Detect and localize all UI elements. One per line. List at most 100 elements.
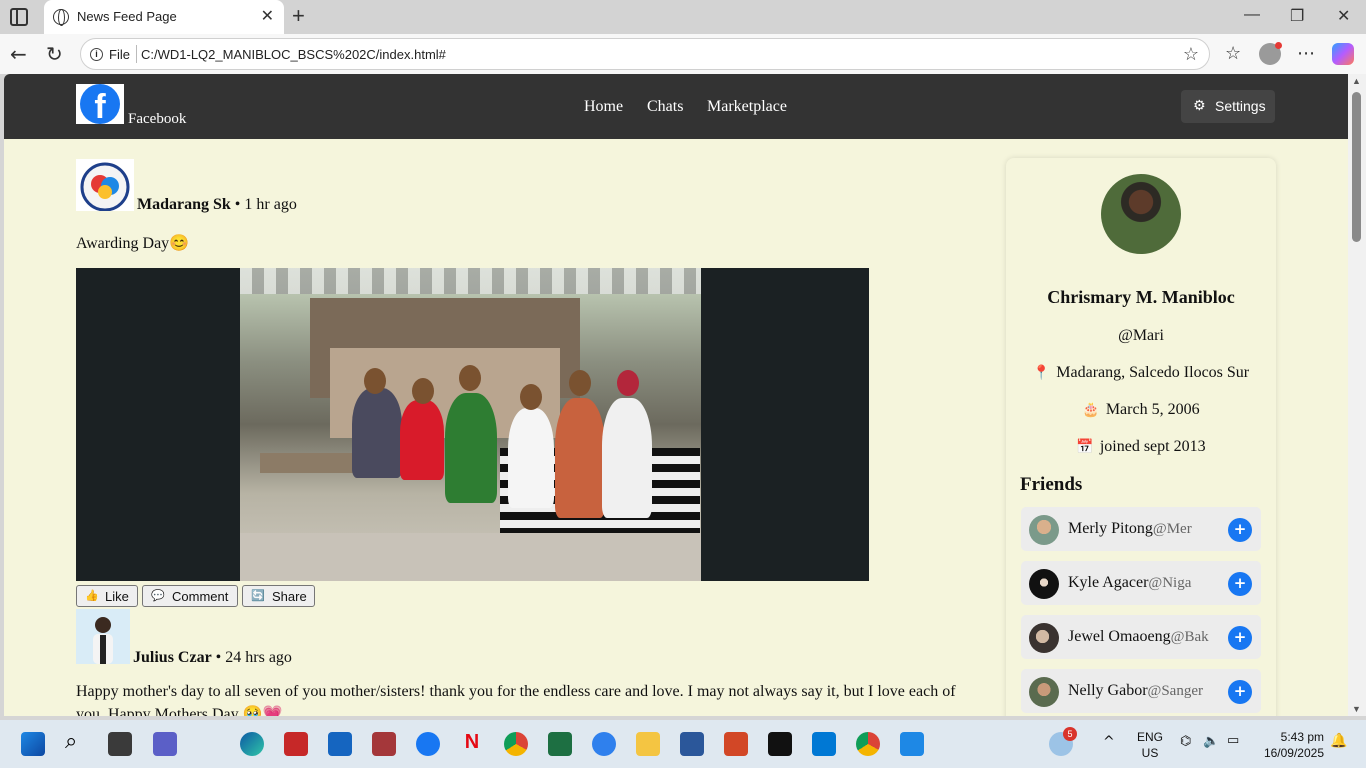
favorites-icon[interactable]: ☆ <box>1225 43 1241 64</box>
address-bar[interactable]: i File C:/WD1-LQ2_MANIBLOC_BSCS%202C/ind… <box>80 38 1210 70</box>
info-icon[interactable]: i <box>90 48 103 61</box>
friend-avatar[interactable] <box>1029 623 1059 653</box>
post-author-avatar[interactable] <box>76 159 134 211</box>
edge-icon[interactable] <box>240 732 264 756</box>
share-button[interactable]: 🔄 Share <box>242 585 315 607</box>
browser-tab-strip: News Feed Page ✕ + — ❐ ✕ <box>0 0 1366 34</box>
settings-app-icon[interactable] <box>592 732 616 756</box>
facebook-app-icon[interactable] <box>416 732 440 756</box>
add-friend-button[interactable]: + <box>1228 626 1252 650</box>
file-explorer-icon[interactable] <box>636 732 660 756</box>
scheme-label: File <box>109 47 130 62</box>
tab-actions-icon[interactable] <box>10 8 28 26</box>
photo-person <box>555 398 605 518</box>
store-icon[interactable] <box>328 732 352 756</box>
clock[interactable]: 5:43 pm 16/09/2025 <box>1256 729 1324 761</box>
add-friend-button[interactable]: + <box>1228 680 1252 704</box>
search-icon[interactable]: ⌕ <box>65 729 89 754</box>
scroll-down-arrow-icon[interactable]: ▼ <box>1352 704 1361 714</box>
minimize-button[interactable]: — <box>1244 6 1260 24</box>
access-icon[interactable] <box>372 732 396 756</box>
clock-date: 16/09/2025 <box>1263 746 1324 760</box>
friend-name: Jewel Omaoeng@Bak <box>1068 628 1209 645</box>
url-text[interactable]: C:/WD1-LQ2_MANIBLOC_BSCS%202C/index.html… <box>141 47 446 62</box>
friend-avatar[interactable] <box>1029 569 1059 599</box>
weather-badge: 5 <box>1063 727 1077 741</box>
nav-marketplace[interactable]: Marketplace <box>707 98 787 116</box>
location-text: Madarang, Salcedo Ilocos Sur <box>1056 364 1250 381</box>
post-author-name[interactable]: Madarang Sk <box>137 196 231 213</box>
tray-overflow-icon[interactable]: ^ <box>1103 734 1115 750</box>
profile-birthday: 🎂 March 5, 2006 <box>1006 401 1276 419</box>
vscode-icon[interactable] <box>812 732 836 756</box>
photo-person-head <box>520 384 542 410</box>
friend-item[interactable]: Nelly Gabor@Sanger + <box>1021 669 1261 713</box>
gear-icon: ⚙ <box>1193 98 1206 114</box>
favorite-star-icon[interactable]: ☆ <box>1183 44 1199 65</box>
windows-start-icon[interactable] <box>21 732 45 756</box>
like-button[interactable]: 👍 Like <box>76 585 138 607</box>
chrome-icon[interactable] <box>504 732 528 756</box>
photo-person <box>602 398 652 518</box>
nav-chats[interactable]: Chats <box>647 98 683 116</box>
nav-home[interactable]: Home <box>584 98 623 116</box>
excel-icon[interactable] <box>548 732 572 756</box>
logo-text[interactable]: Facebook <box>128 111 186 128</box>
post-text: Happy mother's day to all seven of you m… <box>76 683 956 700</box>
friend-item[interactable]: Merly Pitong@Mer + <box>1021 507 1261 551</box>
friend-item[interactable]: Jewel Omaoeng@Bak + <box>1021 615 1261 659</box>
post-author-name[interactable]: Julius Czar <box>133 649 212 666</box>
back-button[interactable]: ← <box>10 42 27 66</box>
notification-bell-icon[interactable]: 🔔 <box>1330 733 1347 749</box>
browser-tab[interactable]: News Feed Page ✕ <box>44 0 284 34</box>
more-menu-icon[interactable]: ⋯ <box>1297 43 1315 64</box>
share-label: Share <box>272 589 307 604</box>
mcafee-icon[interactable] <box>284 732 308 756</box>
page-viewport: f Facebook Home Chats Marketplace ⚙ Sett… <box>4 74 1348 716</box>
page-scrollbar[interactable]: ▲ ▼ <box>1348 74 1366 716</box>
comment-button[interactable]: 💬 Comment <box>142 585 238 607</box>
powerpoint-icon[interactable] <box>724 732 748 756</box>
chrome-profile-icon[interactable] <box>856 732 880 756</box>
language-code: ENG <box>1136 730 1163 744</box>
settings-button[interactable]: ⚙ Settings <box>1181 90 1275 123</box>
like-label: Like <box>105 589 129 604</box>
photo-person <box>508 408 554 508</box>
settings-label: Settings <box>1215 98 1266 114</box>
restore-button[interactable]: ❐ <box>1290 6 1304 26</box>
add-friend-button[interactable]: + <box>1228 518 1252 542</box>
close-tab-icon[interactable]: ✕ <box>261 6 274 26</box>
volume-icon[interactable]: 🔈 <box>1203 734 1219 749</box>
add-friend-button[interactable]: + <box>1228 572 1252 596</box>
profile-icon[interactable] <box>1259 42 1282 65</box>
profile-name: Chrismary M. Manibloc <box>1047 287 1235 307</box>
battery-icon[interactable]: ▭ <box>1227 733 1239 748</box>
photos-icon[interactable] <box>900 732 924 756</box>
word-icon[interactable] <box>680 732 704 756</box>
capcut-icon[interactable] <box>768 732 792 756</box>
facebook-logo[interactable]: f <box>76 84 124 124</box>
scroll-up-arrow-icon[interactable]: ▲ <box>1352 76 1361 86</box>
friend-item[interactable]: Kyle Agacer@Niga + <box>1021 561 1261 605</box>
refresh-button[interactable]: ↻ <box>46 42 63 66</box>
friend-avatar[interactable] <box>1029 677 1059 707</box>
site-navbar: f Facebook Home Chats Marketplace ⚙ Sett… <box>4 74 1348 139</box>
new-tab-button[interactable]: + <box>292 3 305 29</box>
network-icon[interactable]: ⌬ <box>1180 734 1191 749</box>
calendar-icon: 📅 <box>1076 439 1094 455</box>
profile-avatar[interactable] <box>1101 174 1181 254</box>
profile-location: 📍 Madarang, Salcedo Ilocos Sur <box>1006 364 1276 382</box>
sk-logo-icon <box>80 162 130 211</box>
language-indicator[interactable]: ENG US <box>1135 729 1165 761</box>
friend-avatar[interactable] <box>1029 515 1059 545</box>
close-window-button[interactable]: ✕ <box>1337 6 1350 26</box>
post-timestamp: • 24 hrs ago <box>215 649 292 666</box>
bunting-decoration <box>240 268 701 294</box>
netflix-icon[interactable]: N <box>460 731 484 755</box>
post-photo-frame[interactable] <box>76 268 869 581</box>
task-view-icon[interactable] <box>108 732 132 756</box>
teams-icon[interactable] <box>153 732 177 756</box>
copilot-icon[interactable] <box>1332 43 1354 65</box>
post-author-avatar[interactable] <box>76 609 130 664</box>
scrollbar-thumb[interactable] <box>1352 92 1361 242</box>
